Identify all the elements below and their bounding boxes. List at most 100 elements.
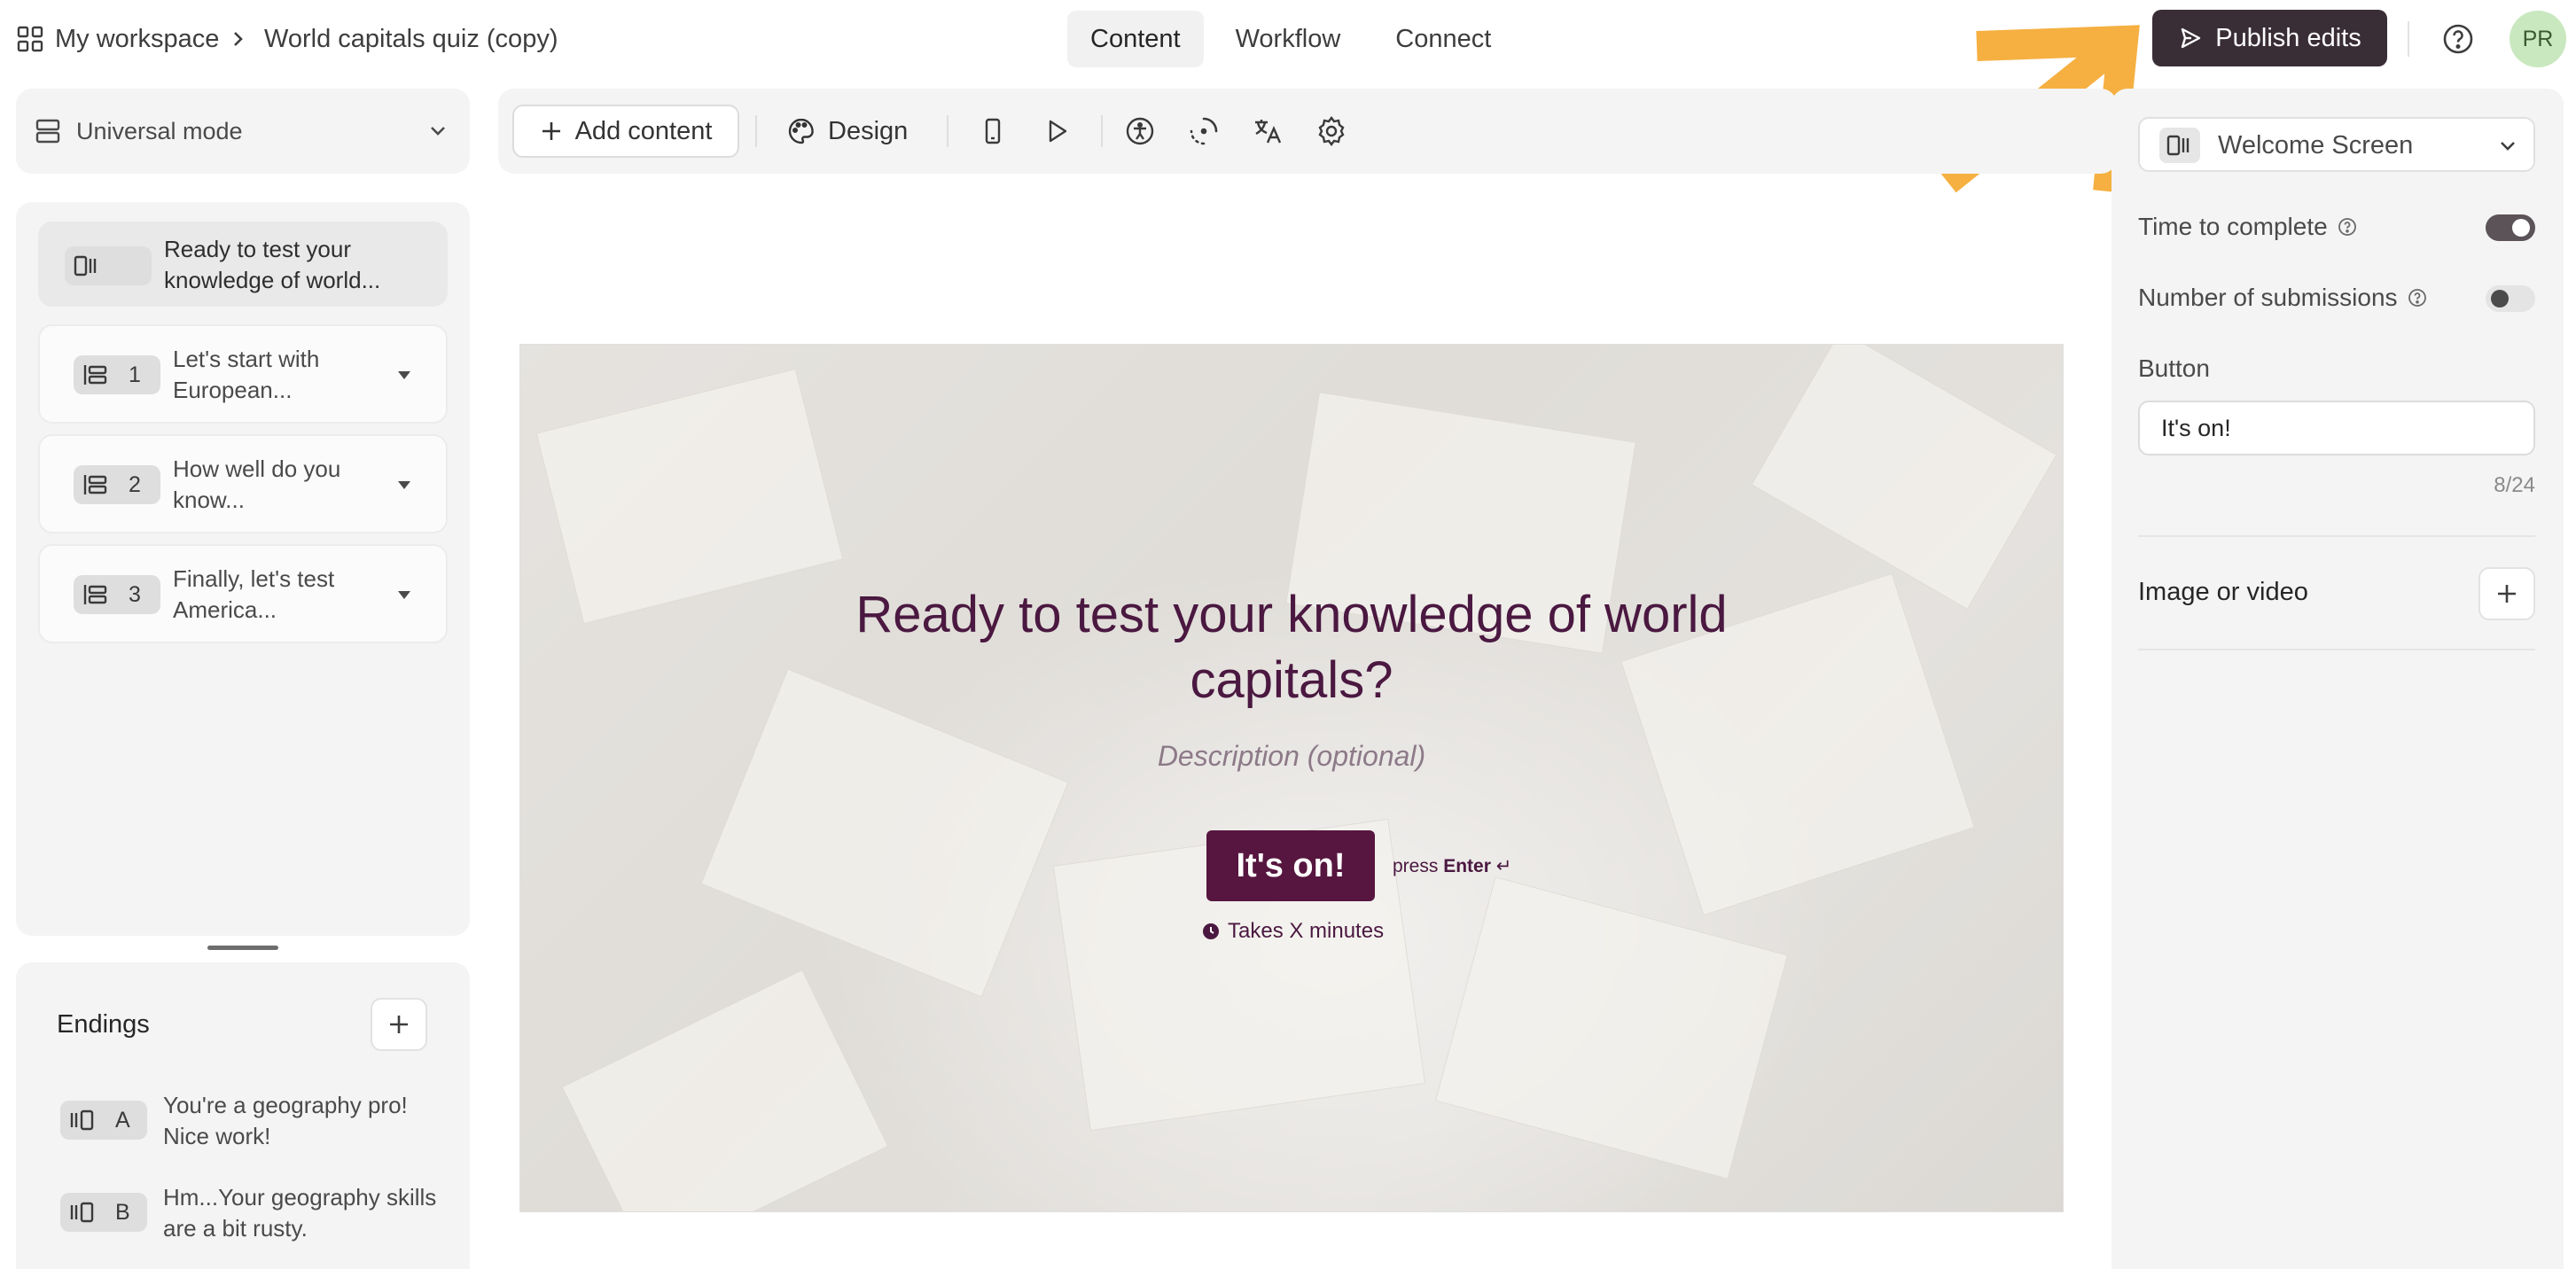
button-text-label: Button: [2138, 354, 2210, 382]
question-group-icon: [82, 473, 109, 496]
settings-panel: Welcome Screen Time to complete Number o…: [2112, 89, 2564, 1269]
add-media-button[interactable]: [2478, 567, 2535, 620]
avatar[interactable]: PR: [2510, 11, 2566, 67]
press-enter-hint: press Enter ↵: [1393, 855, 1511, 877]
clock-icon: [1201, 922, 1221, 941]
question-title: Finally, let's test America...: [173, 565, 335, 623]
loading-logic-icon[interactable]: [1188, 115, 1220, 147]
ending-letter: B: [115, 1199, 130, 1225]
tab-content[interactable]: Content: [1067, 11, 1204, 67]
caret-down-icon[interactable]: [394, 585, 414, 604]
list-item-ending-a[interactable]: A You're a geography pro! Nice work!: [60, 1085, 450, 1156]
tab-connect[interactable]: Connect: [1372, 11, 1514, 67]
endings-panel: Endings A You're a geography pro! Nice w…: [16, 962, 470, 1269]
tab-workflow[interactable]: Workflow: [1213, 11, 1364, 67]
number-of-submissions-label-group: Number of submissions: [2138, 284, 2428, 312]
form-preview-canvas[interactable]: Ready to test your knowledge of world ca…: [519, 344, 2064, 1212]
toggle-knob: [2512, 219, 2530, 237]
character-count: 8/24: [2494, 473, 2535, 497]
mode-label: Universal mode: [76, 118, 243, 144]
number-of-submissions-label: Number of submissions: [2138, 284, 2398, 311]
screen-type-select[interactable]: Welcome Screen: [2138, 117, 2535, 172]
press-text: press: [1393, 856, 1439, 876]
breadcrumb-workspace[interactable]: My workspace: [55, 23, 219, 55]
layers-icon: [34, 117, 62, 145]
design-button[interactable]: Design: [787, 105, 908, 158]
time-estimate: Takes X minutes: [1201, 919, 1384, 944]
ending-badge: B: [60, 1193, 147, 1232]
welcome-title[interactable]: Ready to test your knowledge of world ca…: [813, 582, 1770, 713]
chevron-down-icon: [425, 119, 450, 144]
publish-edits-label: Publish edits: [2215, 23, 2361, 52]
plus-icon: [2494, 581, 2519, 606]
time-to-complete-label: Time to complete: [2138, 213, 2328, 240]
publish-edits-button[interactable]: Publish edits: [2152, 10, 2387, 66]
number-of-submissions-toggle[interactable]: [2486, 285, 2535, 312]
screen-type-label: Welcome Screen: [2218, 131, 2414, 160]
divider: [947, 115, 948, 147]
resize-handle[interactable]: [207, 946, 278, 950]
translate-icon[interactable]: [1252, 115, 1284, 147]
ending-screen-icon: [69, 1201, 96, 1224]
breadcrumb-form-title[interactable]: World capitals quiz (copy): [264, 23, 558, 55]
apps-grid-icon[interactable]: [16, 25, 44, 53]
top-bar: My workspace World capitals quiz (copy) …: [0, 0, 2576, 78]
editor-toolbar: Add content Design: [498, 89, 2117, 174]
list-item-welcome-screen[interactable]: Ready to test your knowledge of world...: [38, 222, 448, 307]
divider: [2138, 649, 2535, 650]
background-overlay: [520, 345, 2063, 1211]
palette-icon: [787, 117, 816, 145]
ending-title: You're a geography pro! Nice work!: [163, 1092, 408, 1149]
time-to-complete-toggle[interactable]: [2486, 214, 2535, 241]
start-button[interactable]: It's on!: [1206, 830, 1375, 901]
image-or-video-label: Image or video: [2138, 578, 2308, 606]
mode-selector[interactable]: Universal mode: [16, 89, 470, 174]
welcome-screen-badge: [65, 246, 152, 285]
enter-key-icon: ↵: [1495, 856, 1512, 876]
setting-time-to-complete: Time to complete: [2138, 209, 2535, 245]
question-group-icon: [82, 363, 109, 386]
list-item-question-1[interactable]: 1 Let's start with European...: [38, 324, 448, 424]
enter-key-text: Enter: [1443, 856, 1491, 876]
list-item-question-2[interactable]: 2 How well do you know...: [38, 434, 448, 533]
list-item-ending-b[interactable]: B Hm...Your geography skills are a bit r…: [60, 1177, 450, 1248]
ending-title: Hm...Your geography skills are a bit rus…: [163, 1184, 437, 1242]
question-title: Let's start with European...: [173, 346, 320, 403]
help-icon[interactable]: [2440, 21, 2476, 57]
question-number: 1: [129, 362, 141, 387]
questions-list: Ready to test your knowledge of world...…: [16, 202, 470, 936]
chevron-right-icon: [229, 25, 248, 53]
info-icon[interactable]: [2337, 216, 2358, 237]
endings-title: Endings: [57, 1010, 150, 1039]
question-number: 2: [129, 471, 141, 497]
time-estimate-text: Takes X minutes: [1228, 919, 1385, 943]
play-icon[interactable]: [1041, 115, 1073, 147]
info-icon[interactable]: [2407, 287, 2428, 308]
plus-icon: [386, 1012, 411, 1037]
question-group-icon: [82, 583, 109, 606]
settings-gear-icon[interactable]: [1315, 115, 1347, 147]
welcome-screen-icon: [74, 254, 100, 277]
design-label: Design: [828, 116, 909, 145]
button-text-input[interactable]: It's on!: [2138, 401, 2535, 455]
divider: [1101, 115, 1103, 147]
welcome-description[interactable]: Description (optional): [937, 740, 1646, 773]
send-icon: [2178, 26, 2203, 51]
divider: [2408, 21, 2409, 57]
ending-letter: A: [115, 1107, 130, 1133]
question-number: 3: [129, 581, 141, 607]
chevron-down-icon: [2496, 135, 2519, 158]
mobile-preview-icon[interactable]: [977, 115, 1009, 147]
list-item-question-3[interactable]: 3 Finally, let's test America...: [38, 544, 448, 643]
caret-down-icon[interactable]: [394, 365, 414, 385]
caret-down-icon[interactable]: [394, 475, 414, 494]
question-badge: 3: [74, 575, 160, 614]
add-ending-button[interactable]: [371, 998, 427, 1051]
question-title: Ready to test your knowledge of world...: [164, 236, 381, 293]
ending-screen-icon: [69, 1109, 96, 1132]
divider: [755, 115, 757, 147]
setting-number-of-submissions: Number of submissions: [2138, 280, 2535, 315]
add-content-button[interactable]: Add content: [512, 105, 739, 158]
accessibility-icon[interactable]: [1124, 115, 1156, 147]
plus-icon: [540, 120, 563, 143]
